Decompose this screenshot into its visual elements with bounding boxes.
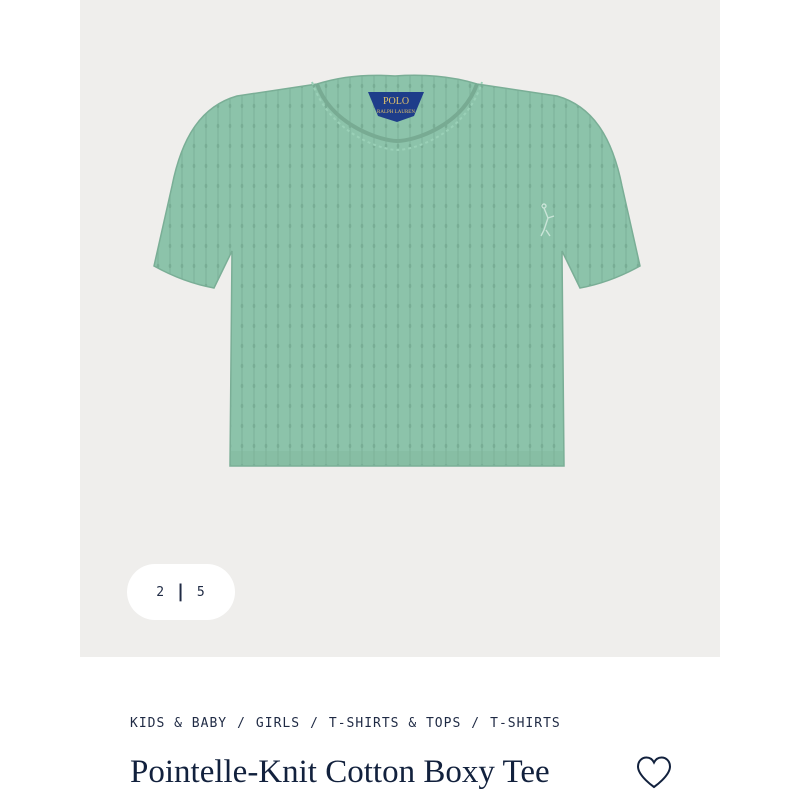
current-image-number: 2	[156, 584, 166, 600]
image-counter[interactable]: 2 | 5	[127, 564, 235, 620]
product-image-gallery[interactable]: POLO RALPH LAUREN 2 | 5	[80, 0, 720, 657]
breadcrumb-separator: /	[471, 716, 481, 731]
heart-outline-icon[interactable]	[635, 755, 673, 791]
breadcrumb-separator: /	[237, 716, 246, 731]
breadcrumb-tshirts[interactable]: T-SHIRTS	[490, 716, 561, 731]
total-image-count: 5	[196, 584, 206, 600]
breadcrumb-separator: /	[310, 716, 319, 731]
counter-separator: |	[175, 581, 187, 602]
breadcrumb-tshirts-tops[interactable]: T-SHIRTS & TOPS	[329, 716, 461, 731]
breadcrumb-kids-baby[interactable]: KIDS & BABY	[130, 716, 227, 731]
label-brand-top: POLO	[383, 96, 409, 107]
breadcrumb: KIDS & BABY / GIRLS / T-SHIRTS & TOPS / …	[130, 716, 561, 731]
breadcrumb-girls[interactable]: GIRLS	[256, 716, 300, 731]
product-title: Pointelle-Knit Cotton Boxy Tee	[130, 754, 550, 790]
product-image: POLO RALPH LAUREN	[153, 74, 641, 467]
label-brand-bottom: RALPH LAUREN	[377, 110, 415, 115]
